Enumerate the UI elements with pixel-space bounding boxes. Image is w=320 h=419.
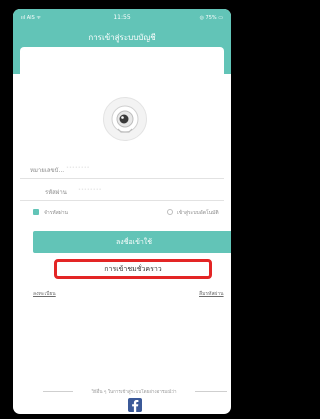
divider-line-right: [195, 391, 227, 392]
auto-login-checkbox[interactable]: [167, 209, 173, 215]
password-label: รหัสผ่าน: [45, 189, 67, 196]
page-title: การเข้าสู่ระบบบัญชี: [88, 33, 156, 42]
phone-frame: ııl AIS ᯤ 11:55 ◎ 75% ▭ การเข้าสู่ระบบบั…: [0, 0, 244, 419]
app-screen: ııl AIS ᯤ 11:55 ◎ 75% ▭ การเข้าสู่ระบบบั…: [13, 9, 231, 414]
other-login-divider: วิธีอื่น ๆ ในการเข้าสู่ระบบโดยอ่างอารมณ์…: [43, 387, 227, 395]
battery-indicator: ◎ 75% ▭: [199, 15, 223, 21]
divider-line-left: [43, 391, 73, 392]
register-link[interactable]: ลงทะเบียน: [33, 290, 56, 298]
forgot-password-link[interactable]: ลืมรหัสผ่าน: [199, 290, 224, 298]
remember-password-label[interactable]: จำรหัสผ่าน: [44, 209, 68, 217]
phone-number-field[interactable]: หมายเลขบั... ••••••••: [20, 158, 224, 179]
phone-number-input[interactable]: ••••••••: [66, 165, 90, 171]
camera-mascot-icon: [103, 97, 147, 141]
login-options: จำรหัสผ่าน เข้าสู่ระบบอัตโนมัติ: [33, 209, 231, 219]
remember-password-checkbox[interactable]: [33, 209, 39, 215]
login-button[interactable]: ลงชื่อเข้าใช้: [33, 231, 231, 253]
password-field[interactable]: รหัสผ่าน ••••••••: [20, 180, 224, 201]
phone-number-label: หมายเลขบั...: [30, 167, 65, 174]
other-login-text: วิธีอื่น ๆ ในการเข้าสู่ระบบโดยอ่างอารมณ์…: [91, 390, 177, 395]
facebook-icon[interactable]: [128, 398, 142, 412]
status-time: 11:55: [113, 14, 131, 21]
status-bar: ııl AIS ᯤ 11:55 ◎ 75% ▭: [13, 9, 231, 27]
guest-access-button[interactable]: การเข้าชมชั่วคราว: [54, 259, 212, 279]
password-input[interactable]: ••••••••: [78, 187, 102, 193]
auto-login-label[interactable]: เข้าสู่ระบบอัตโนมัติ: [177, 209, 219, 217]
